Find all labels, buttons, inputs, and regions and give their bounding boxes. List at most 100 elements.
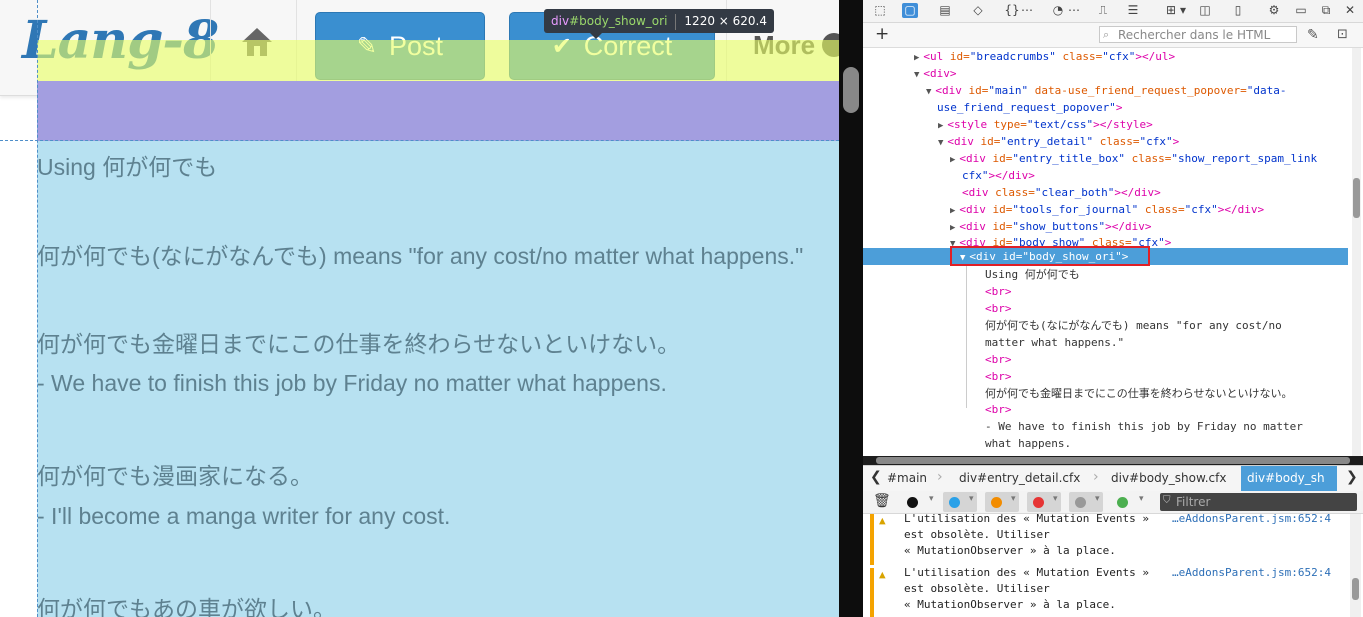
collapse-triangle-icon[interactable]: ▼ [914, 70, 919, 80]
more-tools-icon[interactable]: ⋯ [1066, 3, 1082, 18]
debugger-tab-icon[interactable]: ◇ [970, 3, 986, 18]
markup-scrollbar[interactable] [1352, 48, 1361, 456]
dropdown-icon[interactable]: ▾ [929, 494, 934, 504]
dropdown-icon[interactable]: ▾ [1053, 494, 1058, 504]
entry-line: 何が何でも(なにがなんでも) means "for any cost/no ma… [37, 243, 804, 269]
filter-js-dot-icon[interactable] [991, 497, 1002, 508]
filter-security-dot-icon[interactable] [1033, 497, 1044, 508]
memory-icon[interactable]: ⎍ [1095, 3, 1111, 18]
markup-text-node[interactable]: 何が何でも金曜日までにこの仕事を終わらせないといけない。 [985, 385, 1293, 402]
performance-icon[interactable]: ◔ [1050, 3, 1066, 18]
splitter-handle[interactable] [843, 67, 859, 113]
filter-server-dot-icon[interactable] [1117, 497, 1128, 508]
html-search-input[interactable]: Rechercher dans le HTML [1099, 26, 1297, 43]
expand-triangle-icon[interactable]: ▶ [938, 121, 943, 131]
horizontal-scrollbar-thumb[interactable] [876, 457, 1350, 464]
console-message-line: est obsolète. Utiliser [904, 582, 1050, 595]
page-viewport: Lang-8 ✎ Post ✔ Correct More Using 何が何でも… [0, 0, 839, 617]
collapse-triangle-icon[interactable]: ▼ [950, 239, 955, 246]
dropdown-icon[interactable]: ▾ [969, 494, 974, 504]
filter-net-dot-icon[interactable] [907, 497, 918, 508]
markup-br[interactable]: <br> [985, 283, 1012, 300]
tooltip-separator [675, 13, 677, 30]
dock-icon[interactable]: ▭ [1293, 3, 1309, 18]
expand-triangle-icon[interactable]: ▶ [950, 155, 955, 165]
chevron-left-icon[interactable]: ❮ [870, 469, 882, 485]
markup-br[interactable]: <br> [985, 368, 1012, 385]
markup-br[interactable]: <br> [985, 351, 1012, 368]
dropdown-icon[interactable]: ▾ [1011, 494, 1016, 504]
breadcrumb-item[interactable]: div#body_show.cfx [1111, 471, 1226, 485]
warning-stripe [870, 568, 874, 617]
markup-line[interactable]: ▼ <div id="entry_detail" class="cfx"> [938, 133, 1179, 150]
eyedropper-icon[interactable]: ✎ [1307, 27, 1319, 43]
chevron-right-icon[interactable]: ❯ [1346, 469, 1358, 485]
expand-triangle-icon[interactable]: ▶ [950, 206, 955, 216]
markup-line[interactable]: <div class="clear_both"></div> [962, 184, 1161, 201]
markup-line[interactable]: use_friend_request_popover"> [937, 99, 1122, 116]
breadcrumb-item-selected[interactable]: div#body_sh [1241, 466, 1337, 491]
entry-line: Using 何が何でも [37, 154, 218, 180]
console-scrollbar-thumb[interactable] [1352, 578, 1359, 600]
markup-line[interactable]: ▶ <style type="text/css"></style> [938, 116, 1153, 133]
network-icon[interactable]: ☰ [1125, 3, 1141, 18]
inspector-tab-icon[interactable]: ▢ [902, 3, 918, 18]
collapse-triangle-icon[interactable]: ▼ [926, 87, 931, 97]
add-node-plus-icon[interactable]: + [875, 25, 889, 43]
markup-text-node[interactable]: what happens. [985, 435, 1071, 452]
collapse-triangle-icon[interactable]: ▼ [938, 138, 943, 148]
console-tab-icon[interactable]: ▤ [937, 3, 953, 18]
warning-stripe [870, 514, 874, 565]
trash-icon[interactable]: 🗑 [873, 493, 891, 509]
style-editor-icon[interactable]: {} [1004, 3, 1020, 18]
markup-line[interactable]: cfx"></div> [962, 167, 1035, 184]
console-message-line: « MutationObserver » à la place. [904, 544, 1116, 557]
responsive-mode-icon[interactable]: ◫ [1197, 3, 1213, 18]
expand-triangle-icon[interactable]: ▶ [950, 223, 955, 233]
separate-window-icon[interactable]: ⧉ [1318, 3, 1334, 18]
console-message-source[interactable]: …eAddonsParent.jsm:652:4 [1172, 565, 1331, 581]
console-message-line: est obsolète. Utiliser [904, 528, 1050, 541]
console-toolbar: 🗑 ▾ ▾ ▾ ▾ ▾ ▾ Filtrer ⛉ [863, 491, 1363, 514]
markup-text-node[interactable]: 何が何でも(なにがなんでも) means "for any cost/no [985, 317, 1282, 334]
markup-line[interactable]: ▼ <div id="body_show" class="cfx"> [950, 234, 1171, 246]
inspector-subbar: + Rechercher dans le HTML ⌕ ✎ ⊡ [863, 23, 1363, 48]
console-output: ▲ L'utilisation des « Mutation Events » … [863, 514, 1363, 617]
entry-line: 何が何でも漫画家になる。 [37, 463, 313, 489]
breadcrumb-item[interactable]: #main [887, 471, 927, 485]
console-message-source[interactable]: …eAddonsParent.jsm:652:4 [1172, 514, 1331, 527]
close-icon[interactable]: ✕ [1342, 3, 1358, 18]
console-message-line: L'utilisation des « Mutation Events » [904, 514, 1150, 525]
console-scrollbar[interactable] [1350, 514, 1361, 617]
markup-line[interactable]: ▶ <div id="entry_title_box" class="show_r… [950, 150, 1317, 167]
selected-node-outline [950, 246, 1150, 266]
search-icon: ⌕ [1103, 28, 1110, 41]
dropdown-icon[interactable]: ▾ [1095, 494, 1100, 504]
screenshot-node-icon[interactable]: ⊡ [1337, 27, 1348, 42]
dropdown-icon[interactable]: ▾ [1175, 3, 1191, 18]
filter-css-dot-icon[interactable] [949, 497, 960, 508]
pick-element-icon[interactable]: ⬚ [872, 3, 888, 18]
device-icon[interactable]: ▯ [1230, 3, 1246, 18]
markup-line[interactable]: ▶ <div id="tools_for_journal" class="cfx"… [950, 201, 1264, 218]
expand-triangle-icon[interactable]: ▶ [914, 53, 919, 63]
markup-line[interactable]: ▼ <div id="main" data-use_friend_request_… [926, 82, 1286, 99]
settings-gear-icon[interactable]: ⚙ [1266, 3, 1282, 18]
dropdown-icon[interactable]: ▾ [1139, 494, 1144, 504]
markup-line[interactable]: ▼ <div> [914, 65, 957, 82]
markup-text-node[interactable]: Using 何が何でも [985, 266, 1080, 283]
breadcrumb-separator-icon: › [937, 469, 943, 485]
markup-br[interactable]: <br> [985, 300, 1012, 317]
breadcrumb-item[interactable]: div#entry_detail.cfx [959, 471, 1080, 485]
markup-br[interactable]: <br> [985, 401, 1012, 418]
filter-logging-dot-icon[interactable] [1075, 497, 1086, 508]
markup-text-node[interactable]: matter what happens." [985, 334, 1124, 351]
markup-text-node[interactable]: - We have to finish this job by Friday n… [985, 418, 1303, 435]
console-filter-input[interactable]: Filtrer [1160, 493, 1357, 511]
markup-scrollbar-thumb[interactable] [1353, 178, 1360, 218]
more-tools-icon[interactable]: ⋯ [1019, 3, 1035, 18]
markup-line[interactable]: ▶ <ul id="breadcrumbs" class="cfx"></ul> [914, 48, 1175, 65]
markup-line[interactable]: ▶ <div id="show_buttons"></div> [950, 218, 1152, 235]
indent-guide [966, 266, 967, 408]
console-message-line: « MutationObserver » à la place. [904, 598, 1116, 611]
